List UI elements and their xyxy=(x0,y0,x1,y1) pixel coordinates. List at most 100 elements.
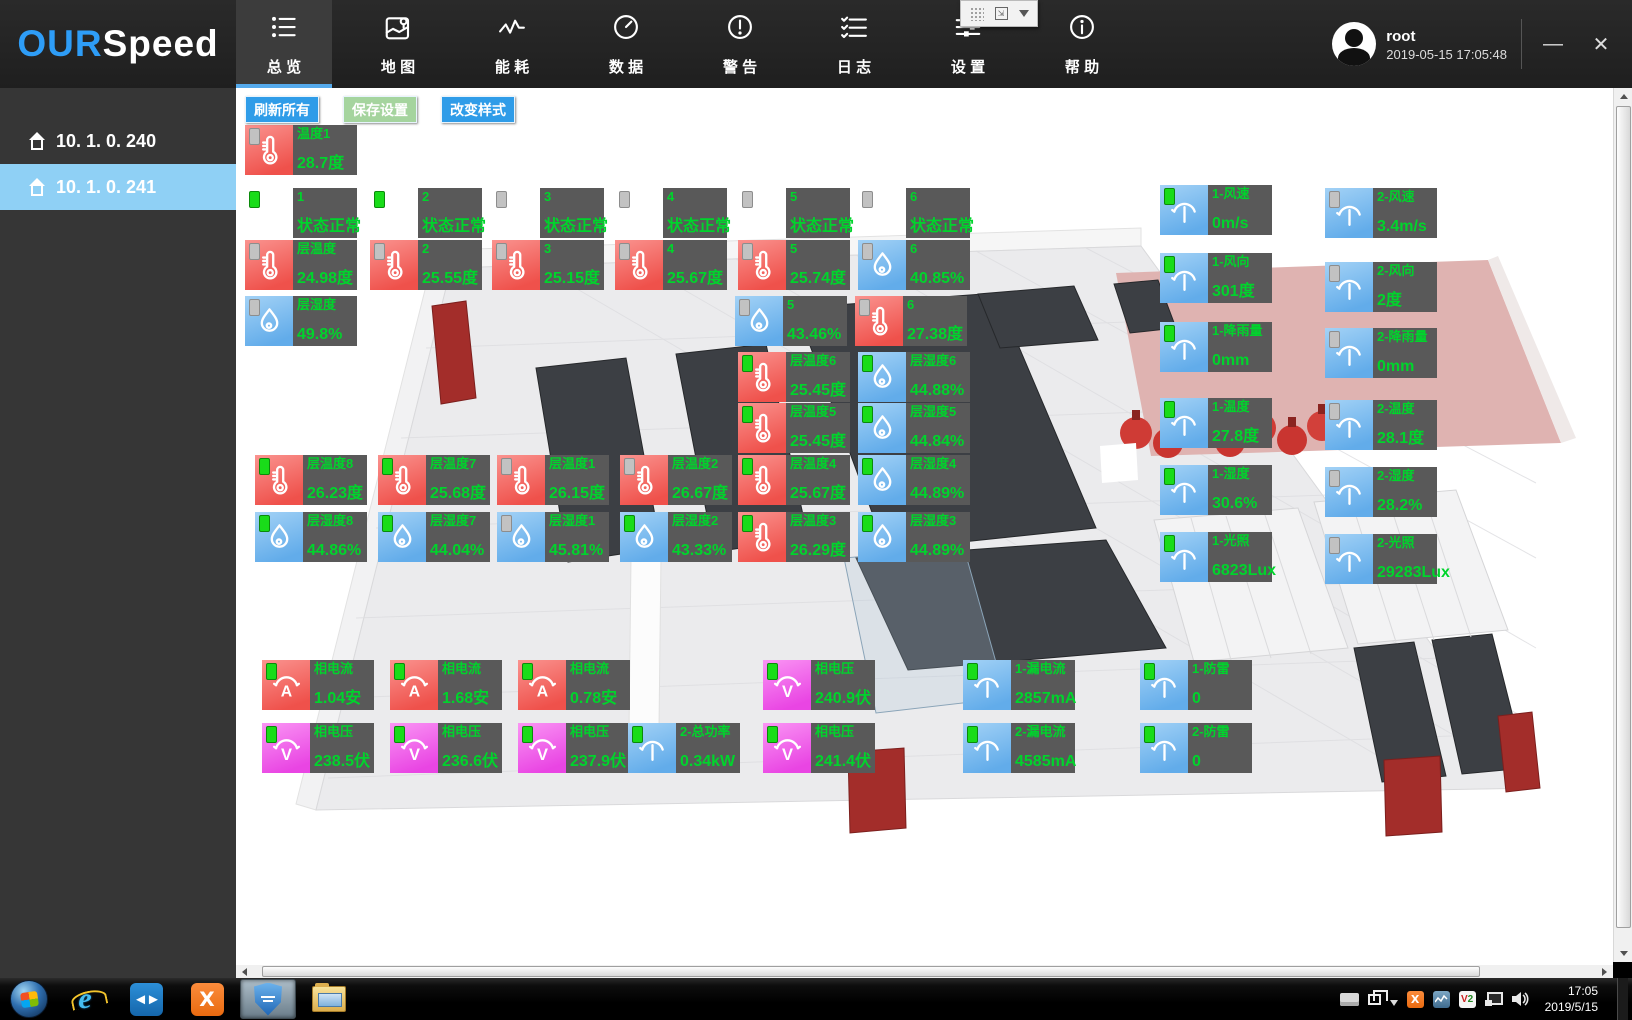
sensor-badge[interactable]: 层湿度7 44.04% xyxy=(378,512,490,562)
sensor-badge[interactable]: 层湿度5 44.84% xyxy=(858,403,970,453)
sensor-badge[interactable]: 1 状态正常 xyxy=(245,188,357,238)
sensor-badge[interactable]: 层温度5 25.45度 xyxy=(738,403,850,453)
scroll-right-button[interactable] xyxy=(1596,965,1613,978)
nav-tab-2[interactable]: 能 耗 xyxy=(464,0,560,88)
window-restore-icon[interactable] xyxy=(1368,994,1381,1005)
scroll-up-button[interactable] xyxy=(1614,88,1632,105)
user-block[interactable]: root 2019-05-15 17:05:48 xyxy=(1332,22,1507,66)
vertical-scroll-thumb[interactable] xyxy=(1616,106,1631,928)
sensor-badge[interactable]: 6 状态正常 xyxy=(858,188,970,238)
sensor-badge[interactable]: 层温度2 26.67度 xyxy=(620,455,732,505)
toolbar-button-0[interactable]: 刷新所有 xyxy=(245,96,319,123)
nav-tab-3[interactable]: 数 据 xyxy=(578,0,674,88)
sensor-badge[interactable]: 2-温度 28.1度 xyxy=(1325,400,1437,450)
taskbar-item-xampp[interactable]: ꓫ xyxy=(179,979,235,1019)
sensor-badge[interactable]: 2-降雨量 0mm xyxy=(1325,328,1437,378)
sensor-badge[interactable]: 层温度1 26.15度 xyxy=(497,455,609,505)
sensor-badge[interactable]: A 相电流 0.78安 xyxy=(518,660,630,710)
monitor-chart-tray-icon[interactable] xyxy=(1433,991,1450,1008)
sensor-badge[interactable]: V 相电压 241.4伏 xyxy=(763,723,875,773)
sensor-badge[interactable]: 1-风速 0m/s xyxy=(1160,185,1272,235)
sensor-badge[interactable]: 层湿度8 44.86% xyxy=(255,512,367,562)
sensor-badge[interactable]: 3 25.15度 xyxy=(492,240,604,290)
sensor-badge[interactable]: A 相电流 1.04安 xyxy=(262,660,374,710)
sensor-badge[interactable]: 层温度4 25.67度 xyxy=(738,455,850,505)
sensor-badge[interactable]: 1-温度 27.8度 xyxy=(1160,398,1272,448)
nav-tab-4[interactable]: 警 告 xyxy=(692,0,788,88)
sensor-badge[interactable]: 层温度8 26.23度 xyxy=(255,455,367,505)
tray-chevron-icon[interactable] xyxy=(1390,1000,1398,1006)
sensor-badge[interactable]: 4 状态正常 xyxy=(615,188,727,238)
sensor-badge[interactable]: 层湿度1 45.81% xyxy=(497,512,609,562)
scroll-down-button[interactable] xyxy=(1614,945,1632,962)
sensor-badge[interactable]: 2 状态正常 xyxy=(370,188,482,238)
sensor-badge[interactable]: 6 27.38度 xyxy=(855,296,967,346)
network-icon[interactable] xyxy=(1485,992,1503,1006)
sensor-badge[interactable]: 5 43.46% xyxy=(735,296,847,346)
sensor-badge[interactable]: 2 25.55度 xyxy=(370,240,482,290)
sensor-badge[interactable]: 1-漏电流 2857mA xyxy=(963,660,1075,710)
sensor-badge[interactable]: 层湿度2 43.33% xyxy=(620,512,732,562)
sensor-badge[interactable]: 2-总功率 0.34kW xyxy=(628,723,740,773)
taskbar-clock[interactable]: 17:05 2019/5/15 xyxy=(1539,983,1608,1015)
sensor-badge[interactable]: V 相电压 238.5伏 xyxy=(262,723,374,773)
nav-tab-7[interactable]: 帮 助 xyxy=(1034,0,1130,88)
toolbar-button-1[interactable]: 保存设置 xyxy=(343,96,417,123)
sensor-badge[interactable]: V 相电压 240.9伏 xyxy=(763,660,875,710)
vnc-tray-icon[interactable]: V2 xyxy=(1459,991,1476,1008)
sensor-badge[interactable]: 层温度3 26.29度 xyxy=(738,512,850,562)
toolbar-button-2[interactable]: 改变样式 xyxy=(441,96,515,123)
sensor-badge[interactable]: 2-风速 3.4m/s xyxy=(1325,188,1437,238)
vertical-scrollbar[interactable] xyxy=(1613,88,1632,962)
show-desktop-button[interactable] xyxy=(1617,978,1628,1020)
nav-tab-0[interactable]: 总 览 xyxy=(236,0,332,88)
taskbar-item-monitoring-app[interactable] xyxy=(240,979,296,1019)
layout-widget[interactable]: ⇲ xyxy=(960,0,1038,27)
sensor-badge[interactable]: 1-防雷 0 xyxy=(1140,660,1252,710)
sidebar-item-1[interactable]: 10. 1. 0. 241 xyxy=(0,164,236,210)
xampp-tray-icon[interactable]: ꓫ xyxy=(1407,991,1424,1008)
scroll-left-button[interactable] xyxy=(236,965,253,978)
sensor-badge[interactable]: 1-降雨量 0mm xyxy=(1160,322,1272,372)
keyboard-icon[interactable] xyxy=(1340,993,1359,1006)
sensor-badge[interactable]: 4 25.67度 xyxy=(615,240,727,290)
sensor-badge[interactable]: 3 状态正常 xyxy=(492,188,604,238)
horizontal-scroll-thumb[interactable] xyxy=(262,966,1480,977)
sensor-badge[interactable]: 2-湿度 28.2% xyxy=(1325,467,1437,517)
nav-tab-1[interactable]: 地 图 xyxy=(350,0,446,88)
sensor-badge[interactable]: 1-光照 6823Lux xyxy=(1160,532,1272,582)
sensor-badge[interactable]: 1-湿度 30.6% xyxy=(1160,465,1272,515)
sensor-badge[interactable]: 温度1 28.7度 xyxy=(245,125,357,175)
sensor-badge[interactable]: 层温度 24.98度 xyxy=(245,240,357,290)
volume-icon[interactable] xyxy=(1512,991,1530,1007)
horizontal-scrollbar[interactable] xyxy=(236,965,1613,978)
sidebar-item-0[interactable]: 10. 1. 0. 240 xyxy=(0,118,236,164)
sensor-badge[interactable]: V 相电压 237.9伏 xyxy=(518,723,630,773)
sensor-badge[interactable]: 6 40.85% xyxy=(858,240,970,290)
sensor-badge[interactable]: 5 状态正常 xyxy=(738,188,850,238)
close-button[interactable]: ✕ xyxy=(1584,32,1618,57)
sensor-badge[interactable]: A 相电流 1.68安 xyxy=(390,660,502,710)
taskbar-item-teamviewer[interactable]: ◄► xyxy=(118,979,174,1019)
sensor-badge[interactable]: 层温度6 25.45度 xyxy=(738,352,850,402)
sensor-icon-area: V xyxy=(262,723,310,773)
sensor-badge[interactable]: 层湿度 49.8% xyxy=(245,296,357,346)
sensor-badge[interactable]: 层湿度6 44.88% xyxy=(858,352,970,402)
sensor-badge[interactable]: 2-漏电流 4585mA xyxy=(963,723,1075,773)
sensor-value: 44.04% xyxy=(430,543,490,560)
sensor-badge[interactable]: 1-风向 301度 xyxy=(1160,253,1272,303)
sensor-badge[interactable]: 2-风向 2度 xyxy=(1325,262,1437,312)
nav-tab-5[interactable]: 日 志 xyxy=(806,0,902,88)
taskbar-item-file-manager[interactable] xyxy=(301,979,357,1019)
taskbar-item-internet-explorer[interactable]: e xyxy=(57,979,113,1019)
sensor-badge[interactable]: 2-防雷 0 xyxy=(1140,723,1252,773)
start-button[interactable] xyxy=(10,980,48,1018)
sensor-badge[interactable]: 层湿度3 44.89% xyxy=(858,512,970,562)
sensor-badge[interactable]: 层湿度4 44.89% xyxy=(858,455,970,505)
minimize-button[interactable]: — xyxy=(1536,33,1570,56)
chevron-down-icon[interactable] xyxy=(1019,10,1029,17)
sensor-badge[interactable]: V 相电压 236.6伏 xyxy=(390,723,502,773)
sensor-badge[interactable]: 2-光照 29283Lux xyxy=(1325,534,1437,584)
sensor-badge[interactable]: 层温度7 25.68度 xyxy=(378,455,490,505)
sensor-badge[interactable]: 5 25.74度 xyxy=(738,240,850,290)
